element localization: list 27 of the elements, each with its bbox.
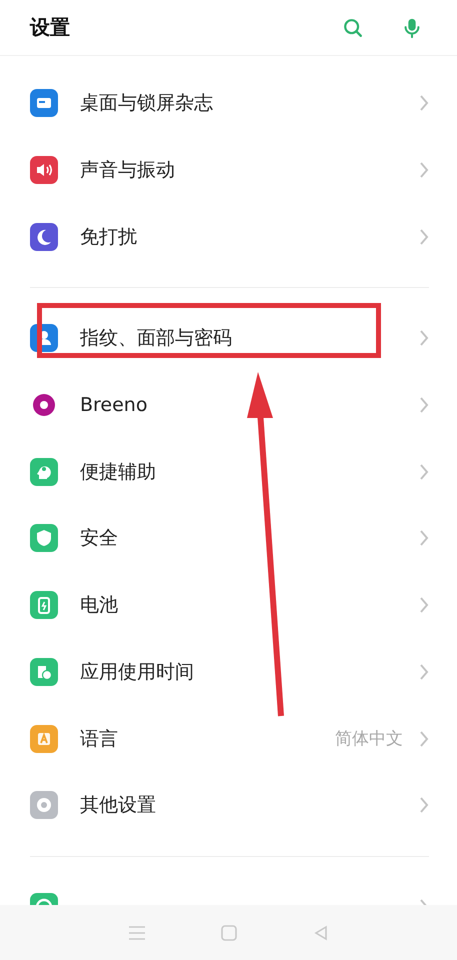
item-label: 桌面与锁屏杂志 <box>80 91 214 116</box>
settings-item[interactable]: 其他设置 <box>30 772 429 839</box>
item-label: 应用使用时间 <box>80 660 195 685</box>
item-label: 语言 <box>80 726 119 752</box>
item-label: 声音与振动 <box>80 158 176 184</box>
item-label: 免打扰 <box>80 224 138 250</box>
settings-item[interactable]: 免打扰 <box>30 203 429 270</box>
menu-icon[interactable] <box>128 924 146 940</box>
item-label: 其他设置 <box>80 793 157 818</box>
settings-item[interactable]: 声音与振动 <box>30 136 429 204</box>
settings-item[interactable]: 语言 简体中文 <box>30 705 429 772</box>
search-icon[interactable] <box>342 16 364 38</box>
settings-item[interactable]: 指纹、面部与密码 <box>30 305 429 372</box>
item-value: 简体中文 <box>335 728 403 750</box>
settings-item[interactable]: 应用使用时间 <box>30 638 429 706</box>
settings-item[interactable]: 桌面与锁屏杂志 <box>30 70 429 137</box>
item-label: Breeno <box>80 394 148 416</box>
item-label: 安全 <box>80 526 119 552</box>
settings-item[interactable]: 便捷辅助 <box>30 438 429 506</box>
settings-item[interactable]: 电池 <box>30 572 429 638</box>
page-title: 设置 <box>30 14 70 41</box>
item-label: 指纹、面部与密码 <box>80 326 233 352</box>
home-icon[interactable] <box>221 924 238 940</box>
settings-item[interactable]: 安全 <box>30 505 429 572</box>
item-label: 电池 <box>80 593 119 618</box>
item-label: 便捷辅助 <box>80 460 157 485</box>
back-icon[interactable] <box>313 924 330 940</box>
